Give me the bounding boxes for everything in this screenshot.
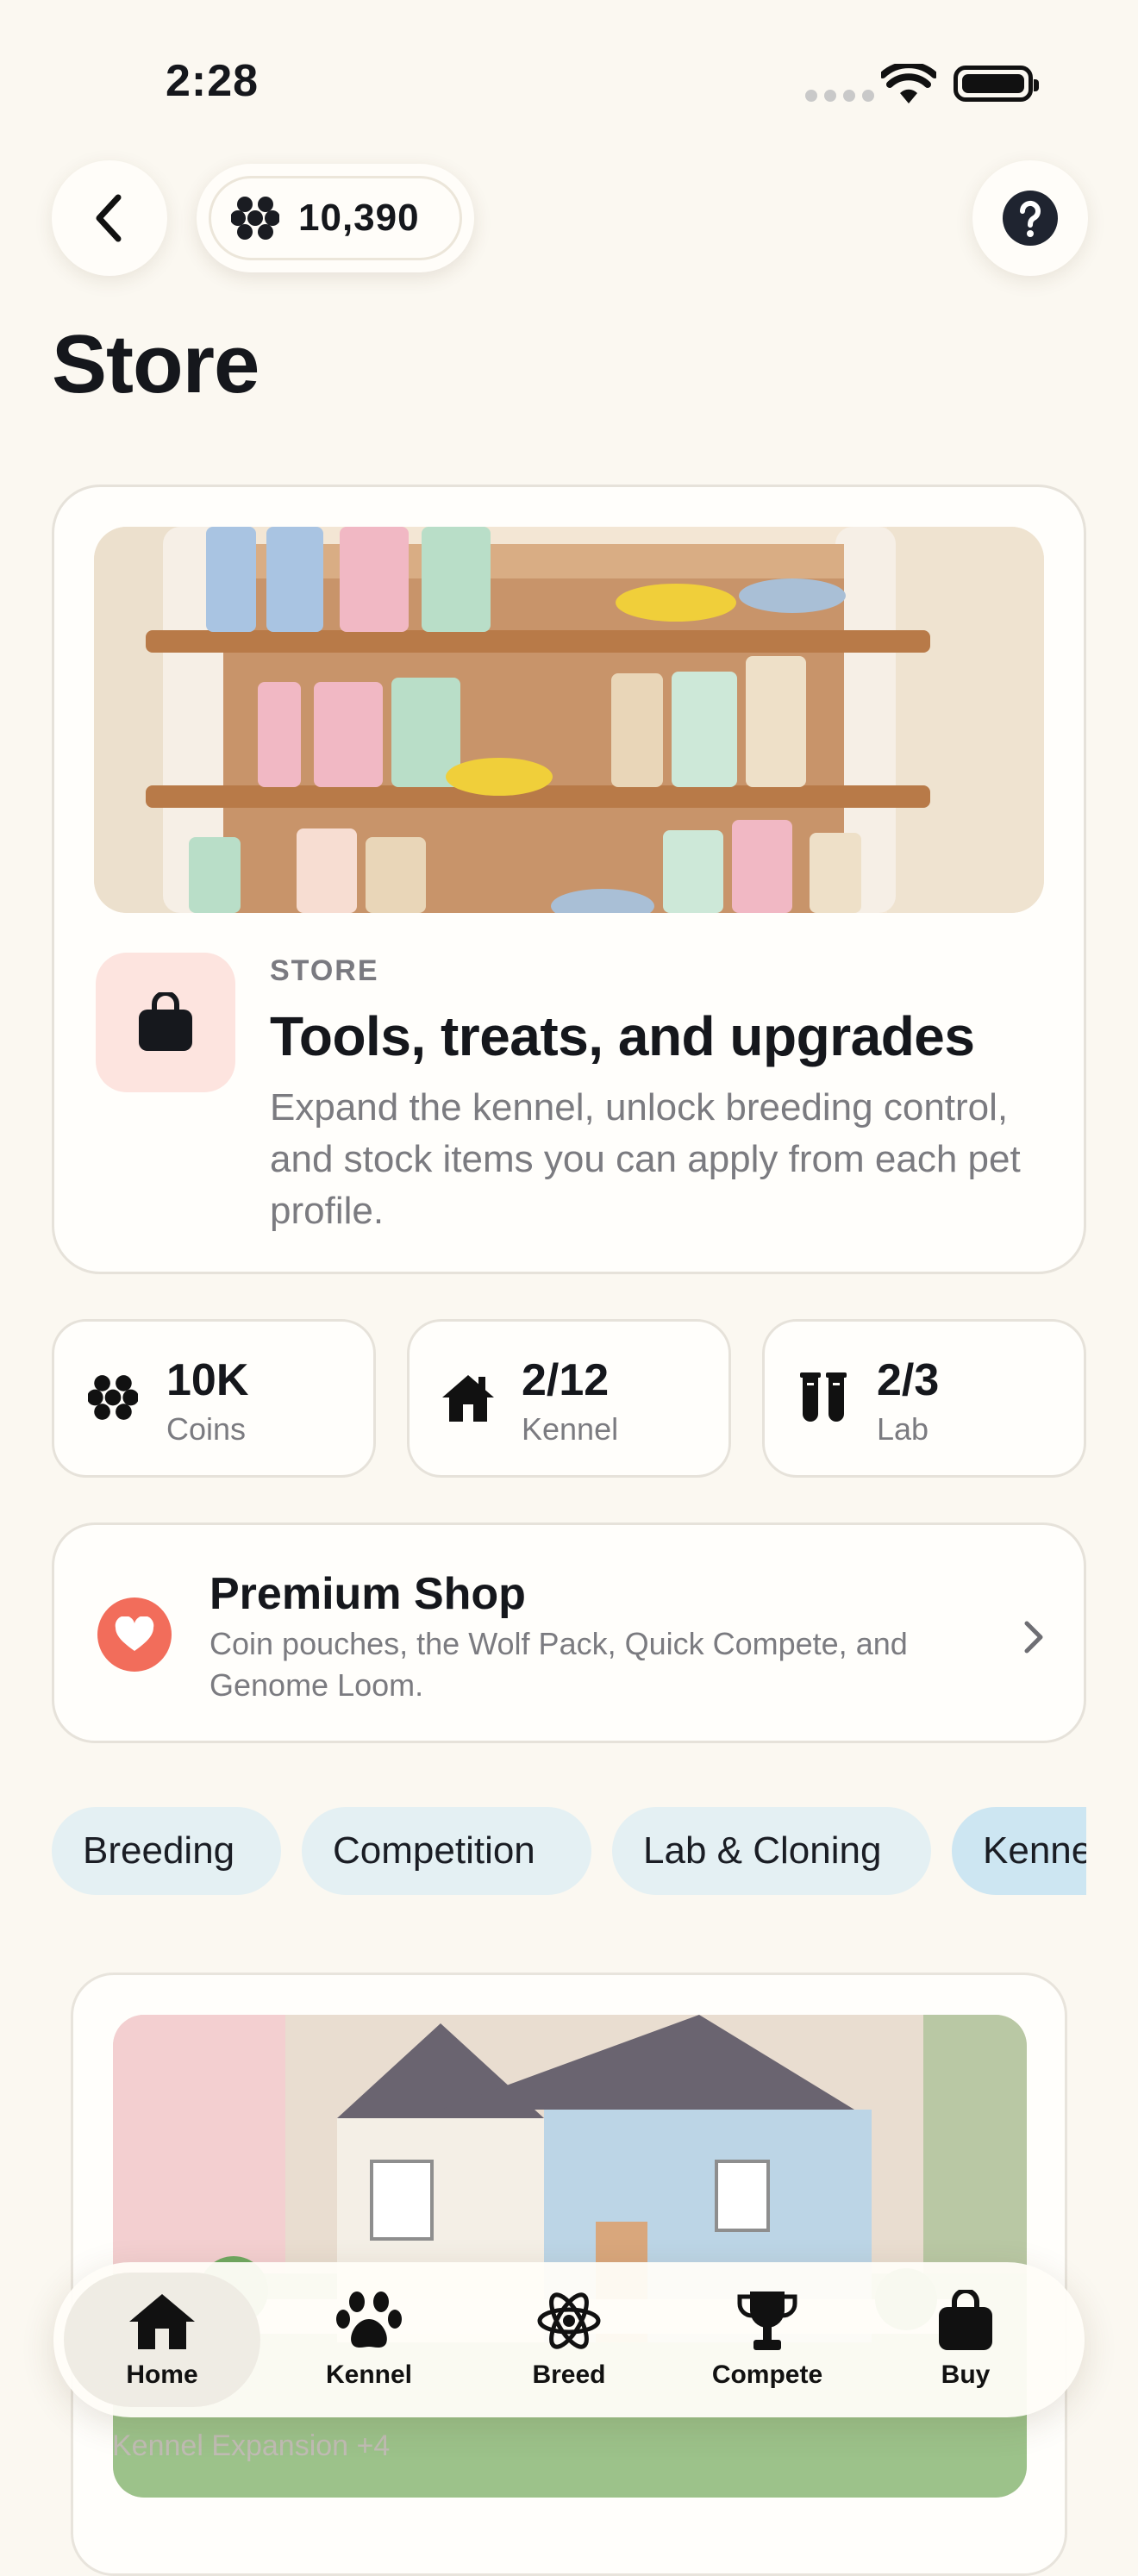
premium-shop-description: Coin pouches, the Wolf Pack, Quick Compe… [209,1626,908,1703]
nav-compete[interactable]: Compete [669,2273,866,2407]
wifi-icon [881,64,936,103]
stat-label: Kennel [522,1411,619,1447]
stat-kennel: 2/12 Kennel [407,1319,731,1478]
stat-coins: 10K Coins [52,1319,376,1478]
coin-balance-value: 10,390 [298,197,420,239]
paw-cluster-icon [231,197,279,240]
store-bag-tile [96,953,235,1092]
nav-label: Compete [711,2360,823,2389]
nav-label: Breed [532,2360,606,2389]
shopping-bag-icon [139,992,192,1051]
battery-icon [954,66,1039,102]
chip-kennel[interactable]: Kennel [952,1807,1086,1895]
stat-lab: 2/3 Lab [762,1319,1086,1478]
kennel-house-image [113,2015,1027,2498]
paw-cluster-icon [85,1370,141,1425]
trophy-icon [731,2290,803,2352]
stat-value: 2/3 [877,1355,940,1405]
chevron-right-icon [1024,1621,1043,1654]
nav-buy[interactable]: Buy [867,2273,1064,2407]
chip-breeding[interactable]: Breeding [52,1807,281,1895]
help-button[interactable] [972,160,1088,276]
house-icon [441,1370,496,1425]
nav-label: Home [126,2360,198,2389]
heart-icon [97,1597,172,1672]
chip-competition[interactable]: Competition [302,1807,591,1895]
item-title: Kennel Expansion +4 [112,2429,391,2462]
stat-value: 10K [166,1355,249,1405]
test-tubes-icon [796,1370,851,1425]
premium-shop-card[interactable]: Premium Shop Coin pouches, the Wolf Pack… [52,1522,1086,1743]
hero-eyebrow: STORE [270,954,379,987]
shopping-bag-icon [929,2290,1002,2352]
house-icon [126,2290,198,2352]
nav-home[interactable]: Home [64,2273,260,2407]
hero-title: Tools, treats, and upgrades [270,1005,975,1067]
nav-kennel[interactable]: Kennel [271,2273,467,2407]
stat-label: Lab [877,1411,929,1447]
help-icon [1003,191,1058,246]
nav-breed[interactable]: Breed [471,2273,667,2407]
category-chip-row[interactable]: Breeding Competition Lab & Cloning Kenne… [52,1807,1086,1895]
chevron-left-icon [96,194,122,242]
store-shelves-image [94,527,1044,913]
store-hero-card: STORE Tools, treats, and upgrades Expand… [52,485,1086,1274]
chip-lab-cloning[interactable]: Lab & Cloning [612,1807,931,1895]
hero-description: Expand the kennel, unlock breeding contr… [270,1086,1021,1232]
nav-label: Buy [941,2360,991,2389]
page-title: Store [52,318,259,410]
stat-value: 2/12 [522,1355,610,1405]
back-button[interactable] [52,160,167,276]
nav-label: Kennel [325,2360,413,2389]
cellular-signal-icon [805,90,874,102]
atom-icon [533,2290,605,2352]
coin-balance[interactable]: 10,390 [197,164,474,272]
bottom-navigation: Home Kennel Breed Compete Buy [53,2262,1085,2417]
status-time: 2:28 [166,56,259,106]
paw-icon [333,2290,405,2352]
premium-shop-title: Premium Shop [209,1569,526,1619]
stat-label: Coins [166,1411,247,1447]
